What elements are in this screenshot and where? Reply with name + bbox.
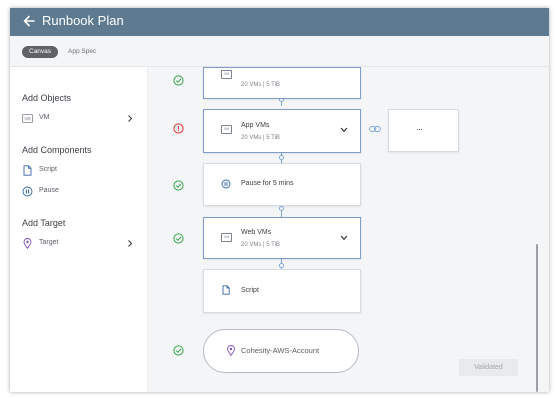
success-check-icon <box>173 345 184 356</box>
runbook-window: Runbook Plan Canvas App Spec Add Objects… <box>10 8 549 392</box>
sidebar: Add Objects VM VM Add Components Script <box>10 67 148 392</box>
section-title-add-objects: Add Objects <box>22 93 72 103</box>
target-label: Cohesity-AWS-Account <box>241 346 320 355</box>
linked-component-box[interactable]: ··· <box>388 109 459 152</box>
location-pin-icon <box>227 345 235 356</box>
location-pin-icon <box>23 238 32 249</box>
vm-group-node[interactable]: VM 20 VMs | 5 TiB <box>203 67 361 99</box>
canvas-scrollbar[interactable] <box>536 244 538 392</box>
section-title-add-target: Add Target <box>22 218 66 228</box>
more-options-icon[interactable]: ··· <box>416 124 423 134</box>
sidebar-item-label: Target <box>39 239 59 246</box>
section-title-add-components: Add Components <box>22 145 92 155</box>
node-title: Web VMs <box>241 229 272 236</box>
validated-button[interactable]: Validated <box>459 359 518 376</box>
sidebar-item-script[interactable]: Script <box>22 164 134 178</box>
vm-group-node-web-vms[interactable]: VM Web VMs 20 VMs | 5 TiB <box>203 217 361 259</box>
vm-icon: VM <box>221 70 232 79</box>
chevron-down-icon[interactable] <box>340 127 348 133</box>
title-bar: Runbook Plan <box>10 8 549 36</box>
sidebar-item-pause[interactable]: Pause <box>22 185 134 199</box>
tab-app-spec[interactable]: App Spec <box>68 46 96 58</box>
node-meta: 20 VMs | 5 TiB <box>241 82 280 88</box>
node-title: Script <box>241 287 259 294</box>
pause-icon <box>22 186 33 197</box>
vm-icon: VM <box>22 114 33 123</box>
vm-icon: VM <box>221 233 232 242</box>
pause-node[interactable]: Pause for 5 mins <box>203 163 361 206</box>
success-check-icon <box>173 180 184 191</box>
back-arrow-icon[interactable] <box>22 14 36 28</box>
sidebar-item-vm[interactable]: VM VM <box>22 112 134 126</box>
target-node[interactable]: Cohesity-AWS-Account <box>203 329 359 373</box>
link-icon <box>369 126 381 132</box>
node-meta: 20 VMs | 5 TiB <box>241 135 280 141</box>
tab-bar: Canvas App Spec <box>10 36 549 67</box>
vm-badge-text: VM <box>24 116 31 121</box>
success-check-icon <box>173 233 184 244</box>
chevron-down-icon[interactable] <box>340 235 348 241</box>
connector-dot <box>279 206 284 211</box>
chevron-right-icon <box>128 240 133 247</box>
sidebar-item-label: Script <box>39 166 57 173</box>
page-title: Runbook Plan <box>42 13 124 28</box>
error-alert-icon <box>173 123 184 134</box>
script-file-icon <box>222 285 230 295</box>
chevron-right-icon <box>128 115 133 122</box>
node-meta: 20 VMs | 5 TiB <box>241 242 280 248</box>
sidebar-item-label: VM <box>39 114 50 121</box>
pause-icon <box>221 179 231 189</box>
node-title: Pause for 5 mins <box>241 180 294 187</box>
script-node[interactable]: Script <box>203 269 361 313</box>
node-title: App VMs <box>241 122 270 129</box>
script-file-icon <box>23 165 32 176</box>
connector-dot <box>279 263 284 268</box>
vm-icon: VM <box>221 125 232 134</box>
tab-canvas[interactable]: Canvas <box>22 46 59 58</box>
success-check-icon <box>173 75 184 86</box>
connector-dot <box>279 155 284 160</box>
sidebar-item-label: Pause <box>39 187 59 194</box>
vm-group-node-app-vms[interactable]: VM App VMs 20 VMs | 5 TiB <box>203 109 361 153</box>
sidebar-item-target[interactable]: Target <box>22 237 134 251</box>
